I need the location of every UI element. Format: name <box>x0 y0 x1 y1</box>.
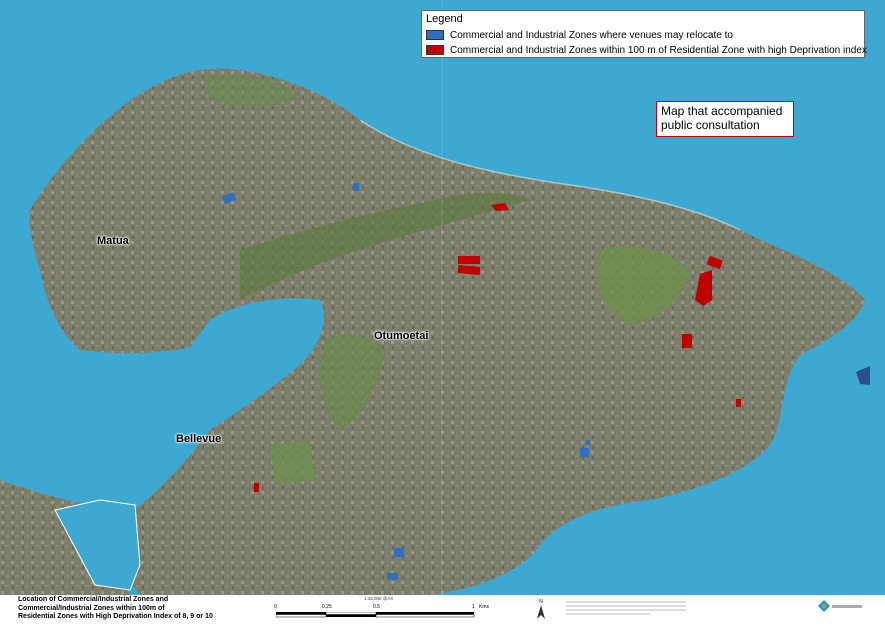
place-label-bellevue: Bellevue <box>176 433 222 445</box>
place-label-otumoetai: Otumoetai <box>374 330 429 342</box>
map-caption: Location of Commercial/Industrial Zones … <box>18 596 258 622</box>
logo-wordmark-icon <box>832 605 862 608</box>
red-swatch-icon <box>426 45 444 55</box>
caption-line: Location of Commercial/Industrial Zones … <box>18 596 169 603</box>
scale-tick-label: 0.25 <box>322 604 332 610</box>
scale-tick-label: 1 <box>472 604 475 610</box>
legend-item-blue: Commercial and Industrial Zones where ve… <box>426 28 733 42</box>
legend-title: Legend <box>426 13 463 25</box>
disclaimer-text <box>566 599 686 617</box>
caption-line: Commercial/Industrial Zones within 100m … <box>18 604 165 612</box>
note-line: Map that accompanied <box>661 104 783 118</box>
note-line: public consultation <box>661 118 760 132</box>
legend-label: Commercial and Industrial Zones where ve… <box>450 29 733 41</box>
caption-line: Residential Zones with High Deprivation … <box>18 613 213 620</box>
blue-zone[interactable] <box>353 183 359 191</box>
map-footer: Location of Commercial/Industrial Zones … <box>0 595 885 626</box>
legend-item-red: Commercial and Industrial Zones within 1… <box>426 43 867 57</box>
sports-field <box>270 440 315 485</box>
red-zone[interactable] <box>736 399 741 407</box>
logo-icon <box>818 600 830 612</box>
red-zone[interactable] <box>254 483 259 492</box>
blue-zone[interactable] <box>394 548 404 557</box>
scale-bar: 1:15,000 @A4 0 0.25 0.5 1 Kms <box>274 596 489 622</box>
scale-bar-graphic <box>276 612 475 618</box>
blue-zone[interactable] <box>580 448 589 457</box>
red-zone[interactable] <box>458 256 480 264</box>
place-label-matua: Matua <box>97 235 129 247</box>
red-zone[interactable] <box>682 334 692 348</box>
blue-zone[interactable] <box>586 440 590 445</box>
legend-label: Commercial and Industrial Zones within 1… <box>450 44 867 56</box>
scale-tick-label: 0 <box>274 604 277 610</box>
aerial-map[interactable] <box>0 0 885 595</box>
map-legend: Legend Commercial and Industrial Zones w… <box>421 10 867 58</box>
blue-swatch-icon <box>426 30 444 40</box>
council-logo <box>816 598 866 618</box>
scale-ratio: 1:15,000 @A4 <box>364 596 393 601</box>
scale-tick-label: 0.5 <box>373 604 380 610</box>
consultation-note: Map that accompanied public consultation <box>656 101 794 137</box>
scale-unit: Kms <box>479 604 489 610</box>
north-arrow-icon: N <box>535 599 547 621</box>
blue-zone[interactable] <box>387 573 398 580</box>
